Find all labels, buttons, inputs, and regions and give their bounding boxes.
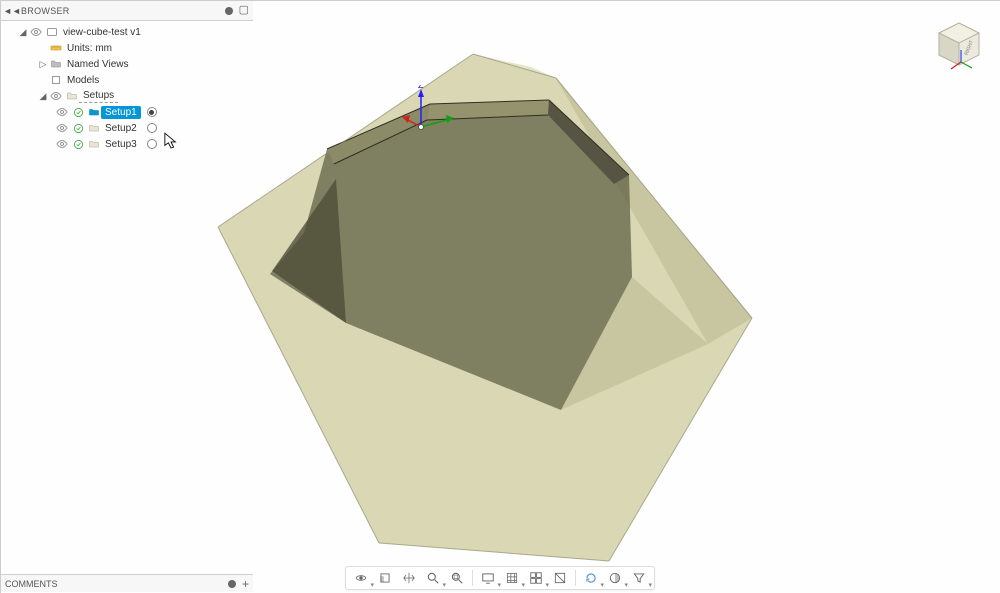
options-dot-icon[interactable] — [228, 580, 236, 588]
tree-setup-1[interactable]: Setup1 — [1, 104, 253, 120]
cursor-icon — [164, 132, 178, 150]
render-as-button[interactable]: ▾ — [604, 568, 626, 588]
eye-icon[interactable] — [55, 137, 69, 151]
twisty-open-icon[interactable]: ◢ — [17, 27, 29, 38]
eye-icon[interactable] — [49, 89, 63, 103]
browser-header[interactable]: ◄◄ BROWSER ▢ — [1, 1, 253, 21]
browser-title: BROWSER — [19, 6, 70, 16]
setup-icon — [87, 137, 101, 151]
eye-icon[interactable] — [29, 25, 43, 39]
twisty-open-icon[interactable]: ◢ — [37, 91, 49, 102]
tree-models[interactable]: Models — [1, 72, 253, 88]
setups-label[interactable]: Setups — [79, 89, 118, 103]
expand-icon[interactable]: + — [242, 578, 249, 590]
comments-panel-header[interactable]: COMMENTS + — [1, 574, 253, 592]
tree-units[interactable]: Units: mm — [1, 40, 253, 56]
check-ok-icon — [71, 121, 85, 135]
options-dot-icon[interactable] — [225, 7, 233, 15]
active-setup-radio[interactable] — [147, 123, 157, 133]
tree-setup-3[interactable]: Setup3 — [1, 136, 253, 152]
body-icon — [49, 73, 63, 87]
setup-folder-icon — [65, 89, 79, 103]
section-analysis-button[interactable] — [549, 568, 571, 588]
check-ok-icon — [71, 137, 85, 151]
reset-button[interactable]: ▾ — [580, 568, 602, 588]
named-views-label[interactable]: Named Views — [63, 58, 133, 71]
check-ok-icon — [71, 105, 85, 119]
models-label[interactable]: Models — [63, 74, 103, 87]
collapse-icon[interactable]: ◄◄ — [5, 6, 19, 16]
tree-named-views[interactable]: ▷ Named Views — [1, 56, 253, 72]
setup-label[interactable]: Setup3 — [101, 138, 141, 151]
folder-icon — [49, 57, 63, 71]
pan-button[interactable] — [398, 568, 420, 588]
setup-label[interactable]: Setup1 — [101, 106, 141, 119]
tree-setup-2[interactable]: Setup2 — [1, 120, 253, 136]
look-at-button[interactable] — [374, 568, 396, 588]
eye-icon[interactable] — [55, 105, 69, 119]
zoom-button[interactable]: ▾ — [422, 568, 444, 588]
orbit-button[interactable]: ▾ — [350, 568, 372, 588]
panel-control-icon[interactable]: ▢ — [239, 5, 249, 16]
tree-root[interactable]: ◢ view-cube-test v1 — [1, 24, 253, 40]
toolbar-separator — [472, 570, 473, 586]
wcs-axis-triad: Z — [396, 85, 476, 145]
browser-panel: ◄◄ BROWSER ▢ ◢ view-cube-test v1 — [1, 1, 253, 592]
twisty-closed-icon[interactable]: ▷ — [37, 59, 49, 70]
active-setup-radio[interactable] — [147, 139, 157, 149]
toolbar-separator — [575, 570, 576, 586]
component-icon — [45, 25, 59, 39]
display-settings-button[interactable]: ▾ — [477, 568, 499, 588]
tree-setups[interactable]: ◢ Setups — [1, 88, 253, 104]
browser-tree[interactable]: ◢ view-cube-test v1 Units: mm — [1, 21, 253, 152]
eye-icon[interactable] — [55, 121, 69, 135]
tree-root-label[interactable]: view-cube-test v1 — [59, 26, 145, 39]
setup-icon — [87, 121, 101, 135]
viewports-button[interactable]: ▾ — [525, 568, 547, 588]
viewcube[interactable]: RIGHT — [927, 17, 989, 79]
ruler-icon — [49, 41, 63, 55]
units-label[interactable]: Units: mm — [63, 42, 116, 55]
svg-text:Z: Z — [418, 85, 424, 90]
comments-title: COMMENTS — [5, 579, 58, 589]
active-setup-radio[interactable] — [147, 107, 157, 117]
setup-icon — [87, 105, 101, 119]
setup-label[interactable]: Setup2 — [101, 122, 141, 135]
filter-button[interactable]: ▾ — [628, 568, 650, 588]
fit-button[interactable] — [446, 568, 468, 588]
grid-snaps-button[interactable]: ▾ — [501, 568, 523, 588]
navigation-toolbar: ▾ ▾ ▾ ▾ ▾ — [345, 566, 655, 590]
